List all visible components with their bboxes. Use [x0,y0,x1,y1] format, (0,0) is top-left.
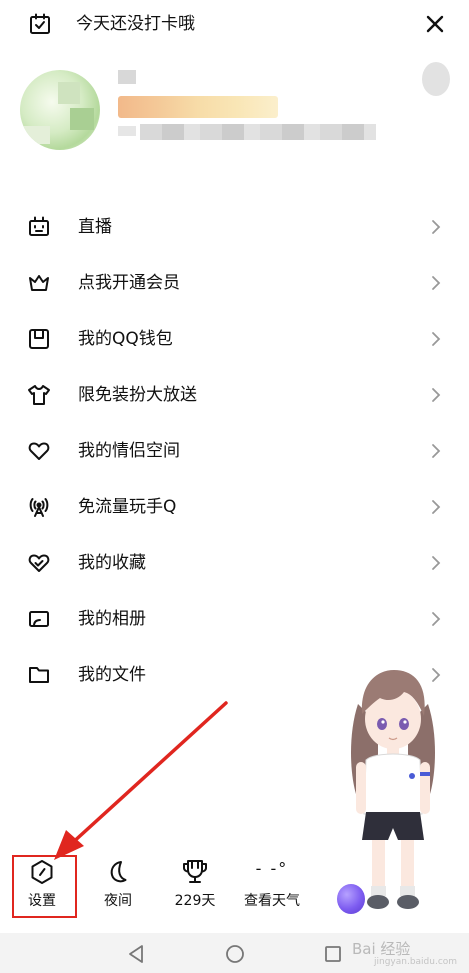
tshirt-icon [28,385,50,405]
menu-item-label: 点我开通会员 [78,273,180,293]
menu-item-couple-space[interactable]: 我的情侣空间 [0,423,469,479]
chevron-right-icon [432,444,441,458]
chevron-right-icon [432,500,441,514]
annotation-highlight-box [12,855,77,918]
crown-icon [29,275,49,291]
menu-item-live[interactable]: 直播 [0,199,469,255]
album-icon [29,611,49,627]
night-label: 夜间 [104,893,132,909]
calendar-check-icon[interactable] [28,12,52,36]
drawer-menu: 直播 点我开通会员 我的QQ钱包 限免装扮大放送 我的情侣空间 免流量玩手Q 我… [0,199,469,703]
weather-button[interactable]: - -° 查看天气 [237,858,307,918]
favorite-heart-icon [28,554,50,572]
signal-tower-icon [29,498,49,517]
avatar[interactable] [20,70,100,150]
days-button[interactable]: 229天 [160,858,230,918]
nickname-blurred [118,70,136,84]
menu-item-wallet[interactable]: 我的QQ钱包 [0,311,469,367]
trophy-cup-icon [183,860,207,883]
menu-item-label: 免流量玩手Q [78,497,177,517]
night-mode-button[interactable]: 夜间 [83,858,153,918]
weather-label: 查看天气 [244,893,300,909]
menu-item-label: 我的情侣空间 [78,441,180,461]
menu-item-free-data[interactable]: 免流量玩手Q [0,479,469,535]
weather-placeholder-icon: - -° [255,859,289,878]
top-bar: 今天还没打卡哦 [0,0,469,48]
watermark-url: jingyan.baidu.com [374,957,458,967]
menu-item-album[interactable]: 我的相册 [0,591,469,647]
circle-home-icon[interactable] [224,943,246,965]
tv-icon [29,216,49,236]
signature-blurred [140,124,376,140]
chevron-right-icon [432,388,441,402]
square-recent-icon[interactable] [322,943,344,965]
moon-icon [110,861,127,883]
chevron-right-icon [432,332,441,346]
menu-item-label: 我的文件 [78,665,146,685]
chevron-right-icon [432,220,441,234]
close-icon[interactable] [421,10,449,38]
triangle-back-icon[interactable] [125,943,147,965]
menu-item-label: 限免装扮大放送 [78,385,197,405]
profile-card[interactable] [0,60,469,160]
checkin-text[interactable]: 今天还没打卡哦 [76,12,195,36]
qr-code-blurred[interactable] [422,62,450,96]
heart-icon [28,442,50,460]
menu-item-vip[interactable]: 点我开通会员 [0,255,469,311]
days-label: 229天 [174,893,216,909]
wallet-icon [29,329,49,349]
level-badge-blurred [118,96,278,118]
menu-item-favorites[interactable]: 我的收藏 [0,535,469,591]
chevron-right-icon [432,276,441,290]
menu-item-label: 直播 [78,217,112,237]
menu-item-label: 我的QQ钱包 [78,329,173,349]
menu-item-dressup[interactable]: 限免装扮大放送 [0,367,469,423]
menu-item-label: 我的相册 [78,609,146,629]
chevron-right-icon [432,612,441,626]
folder-icon [29,667,49,683]
watermark: Bai 经验 [352,940,411,958]
menu-item-label: 我的收藏 [78,553,146,573]
signature-prefix-blurred [118,126,136,136]
chevron-right-icon [432,556,441,570]
